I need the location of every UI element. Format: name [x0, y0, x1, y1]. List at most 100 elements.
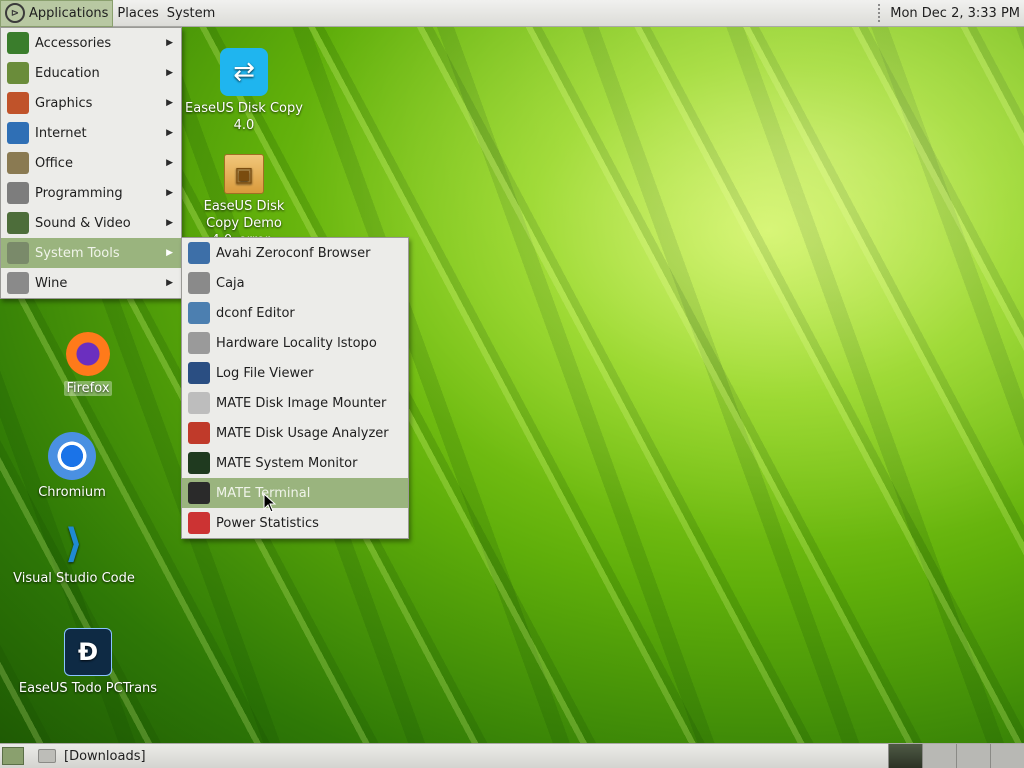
menu-item-label: MATE Disk Usage Analyzer: [216, 425, 389, 441]
workspace-2[interactable]: [922, 743, 956, 768]
submenu-arrow-icon: ▶: [166, 248, 173, 258]
menu-item-label: Caja: [216, 275, 245, 291]
caja-icon: [188, 272, 210, 294]
education-icon: [7, 62, 29, 84]
taskbar-item-downloads[interactable]: [Downloads]: [38, 749, 146, 764]
workspace-1[interactable]: [888, 743, 922, 768]
accessories-icon: [7, 32, 29, 54]
disk-usage-icon: [188, 422, 210, 444]
bottom-panel: [Downloads]: [0, 743, 1024, 768]
menu-item-mate-disk-usage-analyzer[interactable]: MATE Disk Usage Analyzer: [182, 418, 408, 448]
desktop-icon-label: Chromium: [38, 485, 106, 500]
menu-item-label: Programming: [35, 185, 123, 201]
office-icon: [7, 152, 29, 174]
menu-item-education[interactable]: Education ▶: [1, 58, 181, 88]
places-menu-label: Places: [117, 5, 159, 21]
menu-item-label: Internet: [35, 125, 87, 141]
package-icon: ▣: [224, 154, 264, 194]
desktop-icon-label: EaseUS Todo PCTrans: [18, 681, 158, 696]
menu-item-label: Power Statistics: [216, 515, 319, 531]
menu-item-label: Accessories: [35, 35, 112, 51]
wine-icon: [7, 272, 29, 294]
internet-icon: [7, 122, 29, 144]
workspace-4[interactable]: [990, 743, 1024, 768]
menu-item-label: Sound & Video: [35, 215, 131, 231]
submenu-arrow-icon: ▶: [166, 38, 173, 48]
lstopo-icon: [188, 332, 210, 354]
chromium-icon: [48, 432, 96, 480]
menu-item-mate-terminal[interactable]: MATE Terminal: [182, 478, 408, 508]
menu-item-internet[interactable]: Internet ▶: [1, 118, 181, 148]
easeus-todo-pctrans-icon: Ð: [64, 628, 112, 676]
terminal-icon: [188, 482, 210, 504]
dconf-editor-icon: [188, 302, 210, 324]
menu-item-system-tools[interactable]: System Tools ▶: [1, 238, 181, 268]
mouse-cursor-icon: [263, 493, 277, 513]
menu-item-programming[interactable]: Programming ▶: [1, 178, 181, 208]
log-viewer-icon: [188, 362, 210, 384]
menu-item-accessories[interactable]: Accessories ▶: [1, 28, 181, 58]
desktop-icon-easeus-disk-copy[interactable]: ⇄ EaseUS Disk Copy 4.0: [174, 48, 314, 134]
taskbar-item-label: [Downloads]: [64, 748, 146, 764]
desktop-icon-vscode[interactable]: ⟩ Visual Studio Code: [4, 522, 144, 587]
system-menu-button[interactable]: System: [163, 0, 219, 27]
menu-item-label: Office: [35, 155, 73, 171]
applications-menu-label: Applications: [29, 5, 109, 21]
submenu-arrow-icon: ▶: [166, 98, 173, 108]
menu-item-caja[interactable]: Caja: [182, 268, 408, 298]
graphics-icon: [7, 92, 29, 114]
system-tools-icon: [7, 242, 29, 264]
menu-item-label: Wine: [35, 275, 68, 291]
menu-item-label: MATE Disk Image Mounter: [216, 395, 387, 411]
submenu-arrow-icon: ▶: [166, 218, 173, 228]
applications-menu-button[interactable]: ⊳ Applications: [0, 0, 114, 27]
menu-item-dconf-editor[interactable]: dconf Editor: [182, 298, 408, 328]
desktop-icon-label: Visual Studio Code: [13, 571, 135, 586]
menu-item-sound-video[interactable]: Sound & Video ▶: [1, 208, 181, 238]
system-menu-label: System: [166, 5, 216, 21]
desktop-icon-easeus-todo-pctrans[interactable]: Ð EaseUS Todo PCTrans: [18, 628, 158, 697]
clock[interactable]: Mon Dec 2, 3:33 PM: [890, 6, 1024, 21]
system-monitor-icon: [188, 452, 210, 474]
avahi-icon: [188, 242, 210, 264]
folder-icon: [38, 749, 56, 763]
menu-item-label: System Tools: [35, 245, 120, 261]
power-statistics-icon: [188, 512, 210, 534]
show-desktop-button[interactable]: [2, 747, 24, 765]
vscode-icon: ⟩: [64, 521, 84, 567]
disk-mounter-icon: [188, 392, 210, 414]
menu-item-avahi-zeroconf-browser[interactable]: Avahi Zeroconf Browser: [182, 238, 408, 268]
desktop-icon-label: EaseUS Disk Copy 4.0: [185, 101, 303, 133]
menu-item-mate-disk-image-mounter[interactable]: MATE Disk Image Mounter: [182, 388, 408, 418]
submenu-arrow-icon: ▶: [166, 188, 173, 198]
menu-item-office[interactable]: Office ▶: [1, 148, 181, 178]
submenu-arrow-icon: ▶: [166, 68, 173, 78]
panel-grip-icon: [878, 4, 882, 22]
places-menu-button[interactable]: Places: [113, 0, 162, 27]
mate-logo-icon: ⊳: [5, 3, 25, 23]
menu-item-power-statistics[interactable]: Power Statistics: [182, 508, 408, 538]
desktop-icon-chromium[interactable]: Chromium: [2, 432, 142, 501]
desktop-icon-firefox[interactable]: Firefox: [18, 332, 158, 397]
menu-item-label: Hardware Locality lstopo: [216, 335, 377, 351]
submenu-arrow-icon: ▶: [166, 128, 173, 138]
workspace-switcher: [888, 743, 1024, 768]
menu-item-label: dconf Editor: [216, 305, 295, 321]
menu-item-label: Avahi Zeroconf Browser: [216, 245, 371, 261]
easeus-disk-copy-icon: ⇄: [220, 48, 268, 96]
programming-icon: [7, 182, 29, 204]
menu-item-mate-system-monitor[interactable]: MATE System Monitor: [182, 448, 408, 478]
applications-menu: Accessories ▶ Education ▶ Graphics ▶ Internet ▶…: [0, 27, 182, 299]
menu-item-graphics[interactable]: Graphics ▶: [1, 88, 181, 118]
menu-item-log-file-viewer[interactable]: Log File Viewer: [182, 358, 408, 388]
desktop-icon-easeus-demo[interactable]: ▣ EaseUS Disk Copy Demo 4.0_error_: [174, 154, 314, 249]
submenu-arrow-icon: ▶: [166, 278, 173, 288]
workspace-3[interactable]: [956, 743, 990, 768]
menu-item-wine[interactable]: Wine ▶: [1, 268, 181, 298]
menu-item-label: Education: [35, 65, 100, 81]
menu-item-hardware-locality-lstopo[interactable]: Hardware Locality lstopo: [182, 328, 408, 358]
system-tools-submenu: Avahi Zeroconf Browser Caja dconf Editor Ha…: [181, 237, 409, 539]
menu-item-label: Log File Viewer: [216, 365, 314, 381]
submenu-arrow-icon: ▶: [166, 158, 173, 168]
firefox-icon: [66, 332, 110, 376]
